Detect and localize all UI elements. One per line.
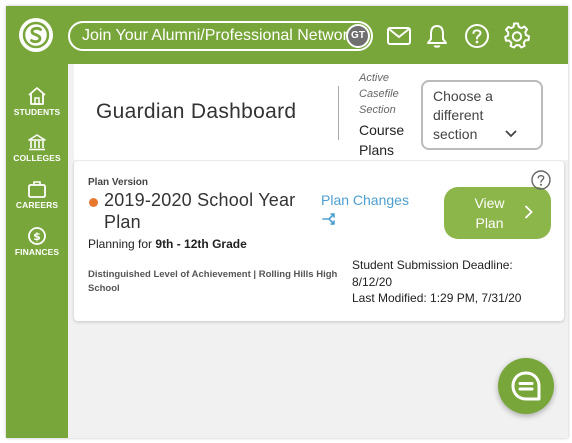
sidebar: STUDENTS COLLEGES CAREERS $ FINANCES: [6, 64, 68, 438]
section-select[interactable]: Choose a different section: [421, 80, 543, 150]
status-dot: [89, 198, 98, 207]
dollar-icon: $: [28, 227, 46, 245]
briefcase-icon: [28, 181, 46, 198]
avatar[interactable]: GT: [346, 24, 370, 48]
mail-icon[interactable]: [384, 21, 414, 51]
home-icon: [28, 87, 46, 105]
branch-icon[interactable]: [321, 211, 337, 227]
plan-changes-link[interactable]: Plan Changes: [321, 192, 409, 208]
active-section-value: Course Plans: [359, 122, 405, 158]
help-icon[interactable]: [530, 169, 552, 191]
sidebar-item-finances[interactable]: $ FINANCES: [6, 226, 68, 257]
planning-grades: 9th - 12th Grade: [155, 237, 247, 251]
page-header: Guardian Dashboard Active Casefile Secti…: [74, 64, 568, 160]
chat-button[interactable]: [498, 358, 554, 414]
header-divider: [338, 86, 339, 140]
plan-card: Plan Version 2019-2020 School Year Plan …: [74, 161, 564, 321]
section-select-label: Choose a different section: [433, 88, 493, 142]
app-frame: Join Your Alumni/Professional Network GT: [6, 6, 568, 438]
sidebar-item-label: CAREERS: [15, 200, 59, 210]
achievement-text: Distinguished Level of Achievement | Rol…: [88, 269, 338, 294]
alumni-network-button[interactable]: Join Your Alumni/Professional Network: [68, 21, 373, 51]
active-section-label: Active Casefile Section: [359, 72, 399, 116]
view-plan-button[interactable]: View Plan: [444, 187, 551, 239]
help-icon[interactable]: [462, 21, 492, 51]
svg-text:$: $: [33, 230, 41, 243]
planning-for-prefix: Planning for: [88, 237, 156, 251]
plan-version-label: Plan Version: [88, 177, 149, 188]
bell-icon[interactable]: [422, 21, 452, 51]
page-title: Guardian Dashboard: [96, 100, 297, 123]
sidebar-item-label: STUDENTS: [13, 107, 61, 117]
sidebar-item-colleges[interactable]: COLLEGES: [6, 132, 68, 163]
chevron-right-icon: [525, 205, 533, 219]
sidebar-item-label: FINANCES: [14, 247, 60, 257]
sidebar-item-label: COLLEGES: [13, 153, 61, 163]
sidebar-item-students[interactable]: STUDENTS: [6, 86, 68, 117]
chevron-down-icon: [505, 130, 517, 138]
college-icon: [28, 134, 46, 151]
logo-icon[interactable]: [19, 18, 53, 52]
settings-icon[interactable]: [502, 21, 532, 51]
last-modified: Last Modified: 1:29 PM, 7/31/20: [352, 291, 522, 305]
plan-title: 2019-2020 School Year Plan: [104, 190, 296, 232]
top-bar: Join Your Alumni/Professional Network GT: [6, 6, 568, 64]
chat-icon: [511, 371, 541, 401]
alumni-network-label: Join Your Alumni/Professional Network: [82, 27, 356, 44]
sidebar-item-careers[interactable]: CAREERS: [6, 179, 68, 210]
submission-deadline: Student Submission Deadline: 8/12/20: [352, 258, 513, 289]
view-plan-label: View Plan: [474, 195, 505, 231]
planning-for: Planning for 9th - 12th Grade: [88, 237, 247, 251]
